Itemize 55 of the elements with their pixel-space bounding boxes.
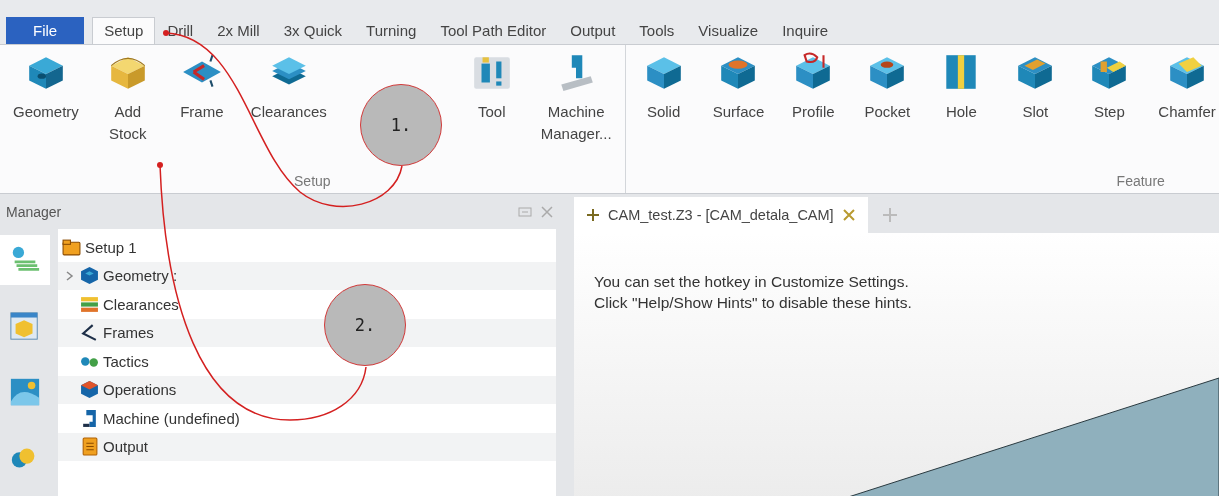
folder-icon [62, 237, 81, 257]
ribbon-button[interactable]: Pocket [853, 51, 922, 173]
panel-title: Manager [6, 204, 63, 220]
cube-icon [80, 380, 99, 400]
axes-icon [80, 323, 99, 343]
machine-icon [80, 408, 99, 428]
tree-item[interactable]: Frames [103, 324, 154, 342]
menu-tab[interactable]: Setup [92, 17, 156, 44]
tree-item[interactable]: Geometry : [103, 267, 178, 285]
new-tab-icon[interactable] [881, 207, 898, 223]
tree-item[interactable]: Clearances [103, 295, 179, 313]
menu-tab[interactable]: Turning [354, 17, 429, 44]
ribbon-button[interactable]: Clearances [241, 51, 336, 173]
menu-tab[interactable]: Tools [627, 17, 687, 44]
menu-tab[interactable]: 2x Mill [205, 17, 272, 44]
menu-tab[interactable]: Tool Path Editor [428, 17, 559, 44]
plus-icon [586, 208, 600, 222]
side-tab[interactable] [0, 235, 50, 285]
ribbon-button[interactable]: Step [1075, 51, 1144, 173]
ribbon-button[interactable]: Machine Manager... [531, 51, 621, 173]
layers-icon [80, 294, 99, 314]
ribbon-button[interactable]: Profile [779, 51, 848, 173]
ribbon-button[interactable]: Hole [927, 51, 996, 173]
group-title: Feature [1115, 173, 1166, 191]
restore-icon[interactable] [518, 206, 532, 218]
menu-tab[interactable]: File [6, 17, 85, 44]
tree-item[interactable]: Setup 1 [85, 238, 137, 256]
tree-item[interactable]: Machine (undefined) [103, 409, 240, 427]
ribbon-button[interactable]: Surface [703, 51, 774, 173]
ribbon-button[interactable]: Solid [629, 51, 698, 173]
hint-text: Click "Help/Show Hints" to disable these hints. [594, 293, 913, 313]
menu-tab[interactable]: Inquire [770, 17, 840, 44]
menu-tab[interactable]: Output [558, 17, 628, 44]
ribbon-button[interactable]: Slot [1001, 51, 1070, 173]
ribbon-button[interactable]: Frame [167, 51, 236, 173]
tree-item[interactable]: Output [103, 438, 149, 456]
ribbon-button[interactable]: Geometry [4, 51, 88, 173]
tree-item[interactable]: Tactics [103, 352, 149, 370]
hint-text: You can set the hotkey in Customize Settings. [594, 272, 910, 292]
expand-chevron-icon[interactable] [64, 269, 76, 282]
cube-window-icon [9, 310, 41, 342]
menu-tab[interactable]: Drill [155, 17, 206, 44]
ribbon-button[interactable]: Chamfer [1149, 51, 1219, 173]
document-icon [80, 437, 99, 457]
cube-icon [80, 266, 99, 286]
ribbon-button[interactable]: Tool [457, 51, 526, 173]
close-icon[interactable] [540, 206, 554, 218]
group-title: Setup [293, 173, 332, 191]
close-icon[interactable] [841, 208, 856, 222]
menu-tab[interactable]: 3x Quick [271, 17, 355, 44]
landscape-icon [9, 376, 41, 408]
document-tab[interactable]: CAM_test.Z3 - [CAM_detala_CAM] [574, 197, 868, 233]
ribbon-button[interactable]: Add Stock [93, 51, 162, 173]
tree-item[interactable]: Operations [103, 381, 177, 399]
menu-tab[interactable]: Visualize [686, 17, 771, 44]
